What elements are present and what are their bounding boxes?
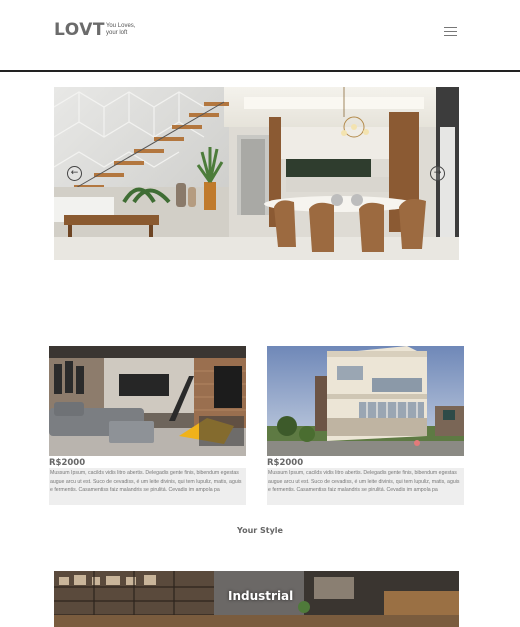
listing-description: Mussum Ipsum, cacilds vidis litro aberti… bbox=[267, 468, 464, 505]
hero-interior-illustration bbox=[54, 87, 459, 260]
listing-image[interactable] bbox=[267, 346, 464, 456]
listing-image[interactable] bbox=[49, 346, 246, 456]
site-header: LOVT You Loves, your loft bbox=[0, 0, 520, 72]
logo[interactable]: LOVT You Loves, your loft bbox=[54, 20, 135, 40]
menu-bar bbox=[444, 35, 457, 36]
listing-price: R$2000 bbox=[49, 458, 86, 468]
logo-tagline: You Loves, your loft bbox=[106, 23, 135, 37]
style-banner-label: Industrial bbox=[228, 589, 294, 603]
listing-description: Mussum Ipsum, cacilds vidis litro aberti… bbox=[49, 468, 246, 505]
style-banner-industrial[interactable]: Industrial bbox=[54, 571, 459, 627]
menu-bar bbox=[444, 27, 457, 28]
logo-tagline-line1: You Loves, bbox=[105, 23, 136, 29]
house-exterior-illustration bbox=[267, 346, 464, 456]
logo-tagline-line2: your loft bbox=[105, 30, 128, 36]
menu-bar bbox=[444, 31, 457, 32]
hero-carousel-image bbox=[54, 87, 459, 260]
arrow-left-icon: ← bbox=[70, 168, 79, 178]
carousel-next-button[interactable]: → bbox=[430, 166, 445, 181]
loft-interior-illustration bbox=[49, 346, 246, 456]
listing-card[interactable]: R$2000 Mussum Ipsum, cacilds vidis litro… bbox=[267, 346, 464, 505]
logo-wordmark: LOVT bbox=[54, 20, 105, 40]
arrow-right-icon: → bbox=[433, 168, 442, 178]
listing-price: R$2000 bbox=[267, 458, 304, 468]
section-title-your-style: Your Style bbox=[237, 526, 283, 535]
listing-card[interactable]: R$2000 Mussum Ipsum, cacilds vidis litro… bbox=[49, 346, 246, 505]
carousel-prev-button[interactable]: ← bbox=[67, 166, 82, 181]
hamburger-menu-icon[interactable] bbox=[444, 27, 457, 37]
